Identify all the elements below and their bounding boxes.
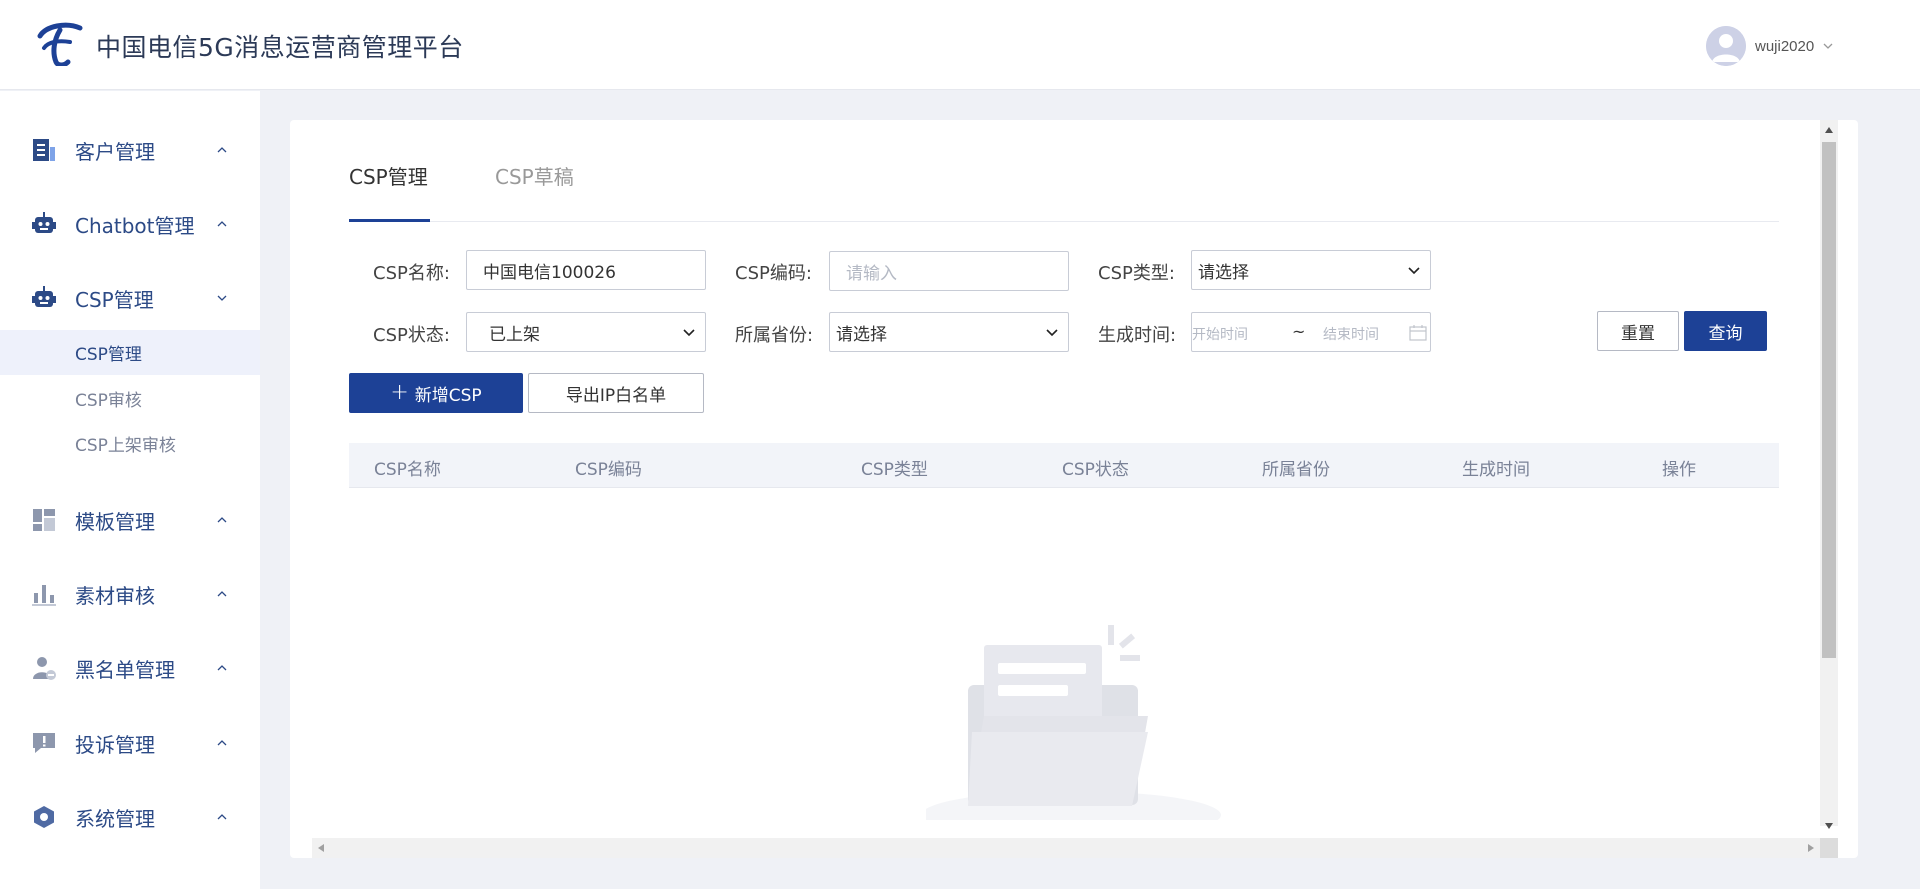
end-time-input[interactable]: 结束时间 (1323, 324, 1379, 344)
plus-icon: + (390, 380, 409, 405)
horizontal-scrollbar[interactable] (312, 838, 1820, 858)
tab-csp-management[interactable]: CSP管理 (349, 158, 430, 222)
subitem-label: CSP管理 (75, 345, 142, 365)
vertical-scrollbar[interactable] (1820, 120, 1838, 829)
chevron-down-icon (1408, 267, 1420, 275)
scrollbar-thumb[interactable] (1822, 142, 1836, 658)
sidebar-item-material-review[interactable]: 素材审核 (0, 572, 260, 616)
complaint-icon (33, 733, 55, 753)
chevron-up-icon (217, 591, 227, 597)
created-time-range-picker[interactable]: 开始时间 ~ 结束时间 (1191, 312, 1431, 352)
nav-label: 投诉管理 (75, 732, 155, 757)
chevron-down-icon (1046, 329, 1058, 337)
settings-hex-icon (34, 806, 54, 828)
start-time-input[interactable]: 开始时间 (1192, 324, 1248, 344)
chevron-up-icon (217, 740, 227, 746)
user-menu[interactable]: wuji2020 (1706, 26, 1834, 66)
column-header: CSP类型 (861, 460, 928, 480)
nav-label: 客户管理 (75, 139, 155, 164)
csp-name-label: CSP名称: (373, 263, 450, 284)
tab-bar: CSP管理 CSP草稿 (349, 158, 1779, 222)
csp-type-select[interactable]: 请选择 (1191, 250, 1431, 290)
tab-label: CSP管理 (349, 165, 428, 189)
chevron-up-icon (217, 665, 227, 671)
range-separator: ~ (1292, 322, 1306, 341)
nav-label: 模板管理 (75, 509, 155, 534)
query-button[interactable]: 查询 (1684, 311, 1767, 351)
nav-label: Chatbot管理 (75, 213, 195, 238)
tab-label: CSP草稿 (495, 165, 574, 189)
sidebar-item-client-management[interactable]: 客户管理 (0, 128, 260, 172)
sidebar-item-template-management[interactable]: 模板管理 (0, 498, 260, 542)
column-header: CSP编码 (575, 460, 642, 480)
sidebar-item-csp-management[interactable]: CSP管理 (0, 276, 260, 320)
csp-name-input[interactable]: 中国电信100026 (466, 250, 706, 290)
created-time-label: 生成时间: (1098, 325, 1177, 346)
csp-code-input[interactable]: 请输入 (829, 251, 1069, 291)
column-header: 操作 (1662, 460, 1696, 480)
select-value: 请选择 (1198, 262, 1249, 283)
empty-folder-icon (926, 625, 1221, 820)
user-avatar-icon (1706, 26, 1746, 66)
scroll-left-icon[interactable] (318, 844, 324, 852)
bar-chart-icon (32, 585, 56, 606)
nav-label: 黑名单管理 (75, 657, 175, 682)
chevron-down-icon (1823, 43, 1833, 49)
table-header: CSP名称 CSP编码 CSP类型 CSP状态 所属省份 生成时间 操作 (349, 443, 1779, 488)
select-value: 已上架 (489, 324, 540, 345)
sidebar: 客户管理 Chatbot管理 CSP管理 CSP管理 CSP审核 CSP上架审核 (0, 91, 260, 889)
sidebar-item-complaint-management[interactable]: 投诉管理 (0, 721, 260, 765)
template-grid-icon (33, 509, 55, 531)
china-telecom-logo-icon (37, 22, 83, 66)
chevron-up-icon (217, 221, 227, 227)
scrollbar-corner (1820, 838, 1838, 858)
chevron-up-icon (217, 517, 227, 523)
csp-code-label: CSP编码: (735, 263, 812, 284)
avatar (1706, 26, 1746, 66)
sidebar-subitem-csp-management[interactable]: CSP管理 (0, 330, 260, 375)
column-header: 所属省份 (1262, 460, 1330, 480)
client-doc-icon (33, 139, 55, 161)
add-csp-button[interactable]: + 新增CSP (349, 373, 523, 413)
csp-status-select[interactable]: 已上架 (466, 312, 706, 352)
scroll-right-icon[interactable] (1808, 844, 1814, 852)
column-header: CSP名称 (374, 460, 441, 480)
export-ip-whitelist-button[interactable]: 导出IP白名单 (528, 373, 704, 413)
top-header: 中国电信5G消息运营商管理平台 wuji2020 (0, 0, 1920, 90)
csp-type-label: CSP类型: (1098, 263, 1175, 284)
nav-label: 素材审核 (75, 583, 155, 608)
sidebar-item-blacklist-management[interactable]: 黑名单管理 (0, 646, 260, 690)
column-header: CSP状态 (1062, 460, 1129, 480)
subitem-label: CSP审核 (75, 391, 142, 411)
nav-label: 系统管理 (75, 806, 155, 831)
province-label: 所属省份: (735, 325, 814, 346)
user-block-icon (33, 657, 56, 680)
column-header: 生成时间 (1462, 460, 1530, 480)
username: wuji2020 (1755, 37, 1815, 55)
sidebar-item-chatbot-management[interactable]: Chatbot管理 (0, 202, 260, 246)
nav-label: CSP管理 (75, 287, 154, 312)
robot-icon (32, 286, 56, 307)
chevron-up-icon (217, 147, 227, 153)
sidebar-subitem-csp-listing-review[interactable]: CSP上架审核 (0, 421, 260, 466)
scroll-up-icon[interactable] (1825, 127, 1833, 133)
province-select[interactable]: 请选择 (829, 312, 1069, 352)
csp-status-label: CSP状态: (373, 325, 450, 346)
scroll-down-icon[interactable] (1825, 823, 1833, 829)
sidebar-subitem-csp-review[interactable]: CSP审核 (0, 376, 260, 421)
reset-button[interactable]: 重置 (1597, 311, 1679, 351)
select-value: 请选择 (836, 324, 887, 345)
robot-icon (32, 212, 56, 233)
subitem-label: CSP上架审核 (75, 436, 176, 456)
app-title: 中国电信5G消息运营商管理平台 (96, 33, 464, 62)
tab-csp-drafts[interactable]: CSP草稿 (495, 158, 574, 222)
sidebar-item-system-management[interactable]: 系统管理 (0, 795, 260, 839)
main-card: CSP管理 CSP草稿 CSP名称: 中国电信100026 CSP编码: 请输入… (290, 120, 1858, 858)
add-csp-label: 新增CSP (414, 385, 482, 406)
chevron-up-icon (217, 814, 227, 820)
chevron-down-icon (683, 329, 695, 337)
calendar-icon (1409, 325, 1427, 341)
chevron-down-icon (217, 295, 227, 301)
